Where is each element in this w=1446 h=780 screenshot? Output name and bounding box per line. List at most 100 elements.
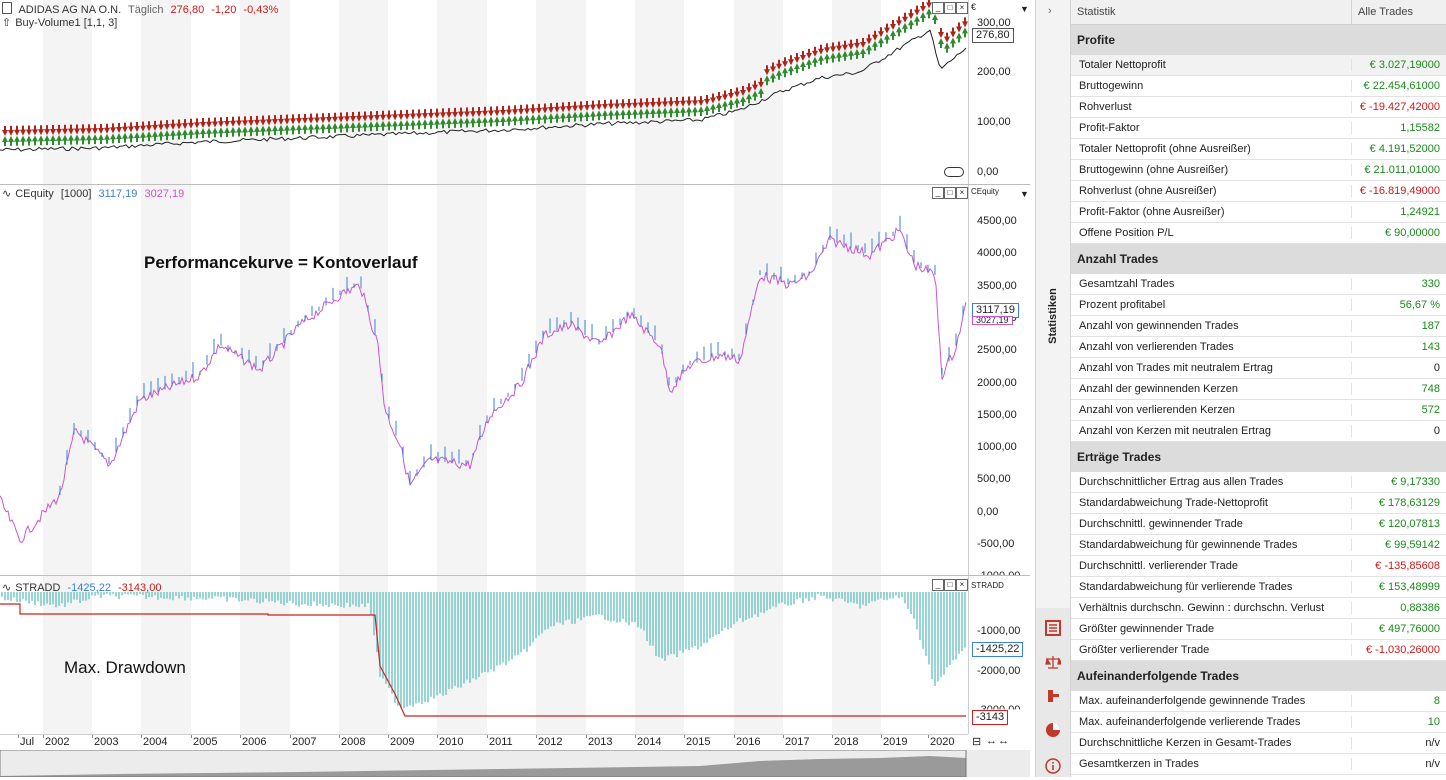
close-pane-button[interactable]: × <box>956 2 968 14</box>
maximize-pane-button[interactable]: □ <box>944 187 956 199</box>
stats-row[interactable]: Standardabweichung für gewinnende Trades… <box>1071 535 1446 556</box>
stats-row[interactable]: Durchschnittl. gewinnender Trade € 120,07… <box>1071 514 1446 535</box>
chart-area[interactable]: ADIDAS AG NA O.N. Täglich 276,80 -1,20 -… <box>0 0 1031 778</box>
time-axis-tick <box>928 735 929 738</box>
stats-row[interactable]: Bruttogewinn (ohne Ausreißer) € 21.011,01… <box>1071 160 1446 181</box>
equity-axis[interactable]: CEquity 4500,004000,003500,003000,002500… <box>968 185 1031 582</box>
stats-row[interactable]: Profit-Faktor (ohne Ausreißer) 1,24921 <box>1071 202 1446 223</box>
time-axis-label: 2016 <box>736 736 761 748</box>
stats-row[interactable]: Max. aufeinanderfolgende verlierende Tra… <box>1071 712 1446 733</box>
col-header-all-trades: Alle Trades <box>1358 6 1414 18</box>
tab-statistiken[interactable]: Statistiken <box>1038 280 1068 360</box>
drawdown-chart[interactable] <box>0 576 968 734</box>
stats-row-value: 10 <box>1351 716 1440 728</box>
stats-row[interactable]: Max. aufeinanderfolgende gewinnende Trad… <box>1071 691 1446 712</box>
collapse-arrow-icon[interactable]: › <box>1048 5 1052 17</box>
chart-tool-icon[interactable] <box>1045 688 1061 704</box>
stats-row[interactable]: Bruttogewinn € 22.454,61000 <box>1071 76 1446 97</box>
stats-row-label: Profit-Faktor <box>1079 122 1140 134</box>
stats-row-value: 0 <box>1351 362 1440 374</box>
time-axis-label: 2006 <box>242 736 267 748</box>
minimize-pane-button[interactable]: _ <box>932 187 944 199</box>
stats-row-label: Totaler Nettoprofit <box>1079 59 1166 71</box>
section-header[interactable]: Profite <box>1071 25 1446 55</box>
scroll-handle-icon[interactable] <box>944 167 964 177</box>
pane-menu-arrow-icon[interactable]: ▼ <box>1020 189 1029 199</box>
stats-row[interactable]: Totaler Nettoprofit (ohne Ausreißer) € 4.… <box>1071 139 1446 160</box>
time-axis-label: 2017 <box>785 736 810 748</box>
stats-row[interactable]: Gesamtkerzen in Trades n/v <box>1071 754 1446 775</box>
maximize-pane-button[interactable]: □ <box>944 2 956 14</box>
time-axis-label: 2012 <box>538 736 563 748</box>
minimize-pane-button[interactable]: _ <box>932 579 944 591</box>
maximize-pane-button[interactable]: □ <box>944 579 956 591</box>
time-axis-label: 2002 <box>45 736 70 748</box>
overview-navigator[interactable] <box>0 749 1030 778</box>
zoom-out-icon[interactable]: ⊟ <box>972 735 981 748</box>
info-icon[interactable] <box>1045 758 1061 774</box>
pie-chart-icon[interactable] <box>1045 722 1061 738</box>
stats-row[interactable]: Rohverlust € -19.427,42000 <box>1071 97 1446 118</box>
stats-row-label: Standardabweichung Trade-Nettoprofit <box>1079 497 1268 509</box>
section-header[interactable]: Erträge Trades <box>1071 442 1446 472</box>
col-header-all-trades-cell[interactable]: Alle Trades <box>1351 0 1446 24</box>
equity-chart[interactable] <box>0 185 968 575</box>
close-pane-button[interactable]: × <box>956 187 968 199</box>
stats-row-label: Offene Position P/L <box>1079 227 1174 239</box>
stats-row[interactable]: Anzahl von Trades mit neutralem Ertrag 0 <box>1071 358 1446 379</box>
equity-pane[interactable]: ∿ CEquity [1000] 3117,19 3027,19 Performa… <box>0 185 968 575</box>
time-axis-controls[interactable]: ⊟ ↔ ↔ <box>968 734 1030 750</box>
stats-row[interactable]: Verhältnis durchschn. Gewinn : durchschn… <box>1071 598 1446 619</box>
price-pane[interactable]: ADIDAS AG NA O.N. Täglich 276,80 -1,20 -… <box>0 0 968 184</box>
stats-row-value: € 120,07813 <box>1351 518 1440 530</box>
drawdown-tag-2: -3143 <box>972 710 1009 725</box>
close-pane-button[interactable]: × <box>956 579 968 591</box>
time-axis-tick <box>536 735 537 738</box>
stats-row-label: Durchschnittl. gewinnender Trade <box>1079 518 1243 530</box>
stats-row[interactable]: Prozent profitabel 56,67 % <box>1071 295 1446 316</box>
time-axis-tick <box>43 735 44 738</box>
section-header[interactable]: Aufeinanderfolgende Trades <box>1071 661 1446 691</box>
pane-menu-arrow-icon[interactable]: ▼ <box>1020 4 1029 14</box>
time-axis-tick <box>290 735 291 738</box>
stats-row[interactable]: Offene Position P/L € 90,00000 <box>1071 223 1446 244</box>
stats-row[interactable]: Anzahl von Kerzen mit neutralen Ertrag 0 <box>1071 421 1446 442</box>
stats-row[interactable]: Gesamtzahl Trades 330 <box>1071 274 1446 295</box>
drawdown-title: STRADD <box>15 582 61 594</box>
stats-row[interactable]: Durchschnittlicher Ertrag aus allen Trad… <box>1071 472 1446 493</box>
time-axis-label: 2003 <box>94 736 119 748</box>
stats-row[interactable]: Totaler Nettoprofit € 3.027,19000 <box>1071 55 1446 76</box>
time-axis-label: 2013 <box>588 736 613 748</box>
stats-row[interactable]: Standardabweichung Trade-Nettoprofit € 17… <box>1071 493 1446 514</box>
equity-tick: 1500,00 <box>977 408 1017 421</box>
stats-row-label: Max. aufeinanderfolgende verlierende Tra… <box>1079 716 1301 728</box>
stats-row[interactable]: Durchschnittl. verlierender Trade € -135,… <box>1071 556 1446 577</box>
drawdown-pane[interactable]: ∿ STRADD -1425,22 -3143,00 Max. Drawdown <box>0 576 968 734</box>
stats-header: Statistik Alle Trades <box>1071 0 1446 25</box>
time-axis-label: Jul <box>20 736 35 748</box>
stats-row[interactable]: Profit-Faktor 1,15582 <box>1071 118 1446 139</box>
time-axis[interactable]: Jul 2002 2003 2004 2005 2006 2007 2008 2009 2010 2… <box>0 734 968 751</box>
time-axis-tick <box>191 735 192 738</box>
stats-row[interactable]: Durchschnittliche Kerzen in Gesamt-Trade… <box>1071 733 1446 754</box>
section-header[interactable]: Anzahl Trades <box>1071 244 1446 274</box>
price-chart[interactable] <box>0 0 968 184</box>
scroll-arrows-icon[interactable]: ↔ <box>986 735 997 747</box>
stats-row[interactable]: Größter gewinnender Trade € 497,76000 <box>1071 619 1446 640</box>
stats-row[interactable]: Rohverlust (ohne Ausreißer) € -16.819,490… <box>1071 181 1446 202</box>
stats-row-value: 0 <box>1351 425 1440 437</box>
stats-row-label: Durchschnittl. verlierender Trade <box>1079 560 1238 572</box>
price-change-pct: -0,43% <box>243 4 279 16</box>
stats-row-value: € 9,17330 <box>1351 476 1440 488</box>
stats-row[interactable]: Anzahl von gewinnenden Trades 187 <box>1071 316 1446 337</box>
balance-scale-icon[interactable] <box>1045 654 1061 670</box>
minimize-pane-button[interactable]: _ <box>932 2 944 14</box>
stats-row[interactable]: Standardabweichung für verlierende Trade… <box>1071 577 1446 598</box>
stats-row[interactable]: Anzahl der gewinnenden Kerzen 748 <box>1071 379 1446 400</box>
stats-row[interactable]: Anzahl von verlierenden Kerzen 572 <box>1071 400 1446 421</box>
fit-arrows-icon[interactable]: ↔ <box>998 735 1009 747</box>
calculator-icon[interactable] <box>1045 620 1061 636</box>
col-header-statistik[interactable]: Statistik <box>1077 6 1116 18</box>
stats-row[interactable]: Größter verlierender Trade € -1.030,26000 <box>1071 640 1446 661</box>
stats-row[interactable]: Anzahl von verlierenden Trades 143 <box>1071 337 1446 358</box>
